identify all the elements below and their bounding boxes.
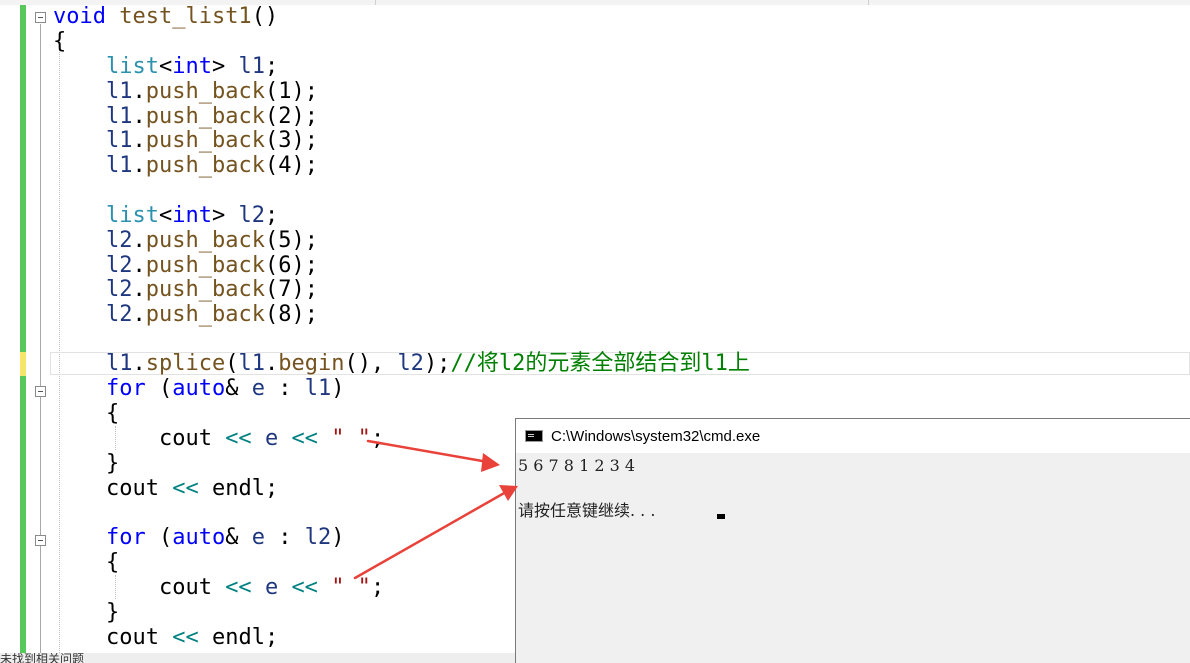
code-line: list<int> l2; [105,203,279,228]
fold-toggle-function[interactable] [35,12,46,23]
code-line: l2.push_back(6); [105,253,318,278]
code-line: l1.push_back(1); [105,79,318,104]
code-line: void test_list1() [53,4,279,29]
fold-toggle-for-l1[interactable] [35,386,46,397]
status-text: 未找到相关问题 [0,653,85,663]
code-line: l1.push_back(2); [105,104,318,129]
console-window[interactable]: C:\Windows\system32\cmd.exe 5 6 7 8 1 2 … [515,418,1190,663]
code-line: l1.splice(l1.begin(), l2);//将l2的元素全部结合到l… [105,351,750,376]
code-line: l1.push_back(4); [105,153,318,178]
console-title-bar[interactable]: C:\Windows\system32\cmd.exe [516,419,1190,453]
console-output-line: 5 6 7 8 1 2 3 4 [518,456,636,475]
code-line: l1.push_back(3); [105,128,318,153]
code-line: list<int> l1; [105,54,279,79]
code-line: cout << e << " "; [53,575,385,600]
code-line: cout << e << " "; [53,426,385,451]
change-bar-saved [20,5,26,653]
code-line: for (auto& e : l2) [105,525,345,550]
fold-toggle-for-l2[interactable] [35,535,46,546]
code-line: for (auto& e : l1) [105,376,345,401]
console-cursor [717,514,725,519]
code-line: cout << endl; [53,625,279,650]
code-line: l2.push_back(5); [105,228,318,253]
fold-outline [40,24,41,653]
change-bar-unsaved [20,352,26,376]
code-line: cout << endl; [53,476,279,501]
code-line: { [53,550,120,575]
console-prompt: 请按任意键继续. . . [518,501,661,520]
code-line: { [53,29,67,54]
code-line: l2.push_back(8); [105,302,318,327]
code-line: } [53,451,120,476]
code-line: } [53,600,120,625]
code-line: { [53,401,120,426]
console-title: C:\Windows\system32\cmd.exe [551,428,761,445]
code-line: l2.push_back(7); [105,277,318,302]
cmd-icon [525,430,543,442]
